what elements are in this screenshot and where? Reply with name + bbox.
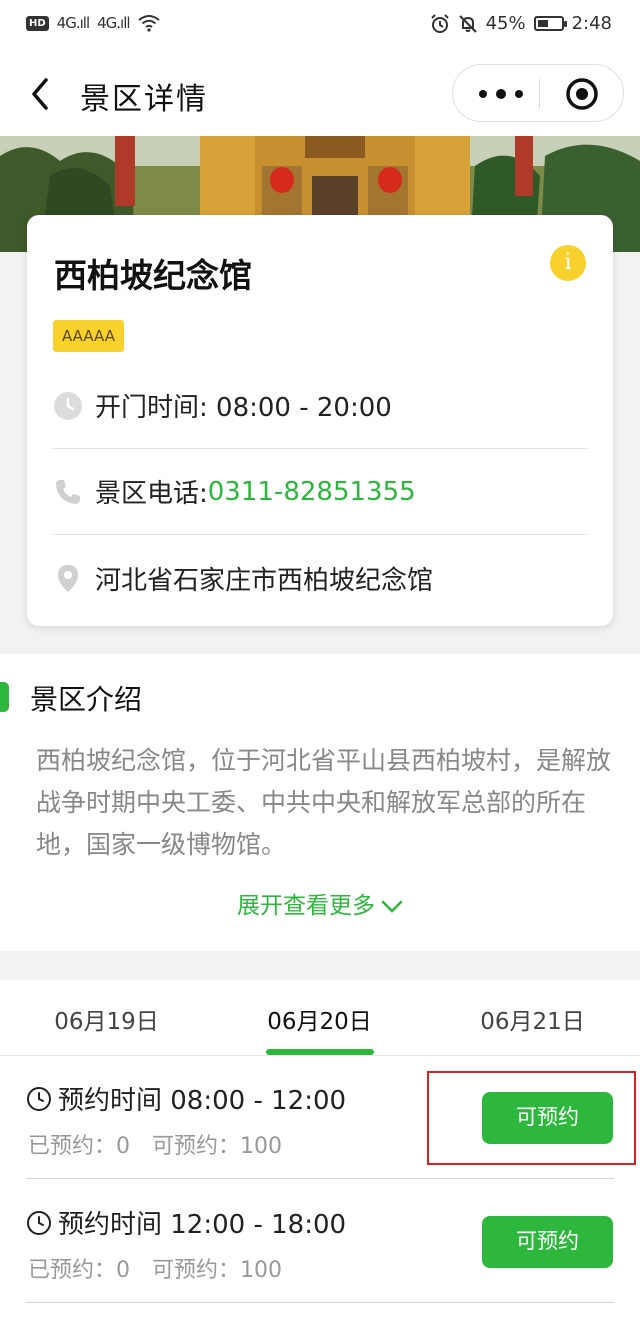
- tab-date-0620[interactable]: 06月20日: [213, 1002, 426, 1036]
- divider: [26, 1302, 614, 1303]
- booked-count: 已预约：0: [28, 1134, 130, 1159]
- time-slot-list: 预约时间 08:00 - 12:00 已预约：0 可预约：100 可预约 预约时间…: [0, 1056, 640, 1330]
- address: 河北省石家庄市西柏坡纪念馆: [95, 565, 434, 596]
- signal-icon: 4G.ıll: [56, 14, 90, 32]
- time-slot: 预约时间 08:00 - 12:00 已预约：0 可预约：100 可预约: [0, 1056, 640, 1180]
- slot-counts: 已预约：0 可预约：100: [28, 1252, 304, 1284]
- phone-number-link[interactable]: 0311-82851355: [208, 477, 416, 507]
- available-count: 可预约：100: [152, 1134, 282, 1159]
- alarm-icon: [430, 13, 449, 33]
- opening-hours: 开门时间: 08:00 - 20:00: [95, 393, 392, 423]
- tab-date-0619[interactable]: 06月19日: [0, 1002, 213, 1036]
- spot-name: 西柏坡纪念馆: [54, 256, 252, 295]
- more-dots-icon[interactable]: [471, 79, 531, 109]
- nav-bar: 景区详情: [0, 50, 640, 136]
- target-icon[interactable]: [565, 77, 599, 111]
- clock-outline-icon: [27, 1086, 51, 1111]
- mute-bell-icon: [458, 14, 477, 33]
- location-pin-icon: [58, 565, 78, 592]
- available-count: 可预约：100: [152, 1258, 282, 1283]
- slot-time-label: 预约时间 12:00 - 18:00: [58, 1210, 347, 1240]
- reserve-button[interactable]: 可预约: [482, 1216, 613, 1268]
- clock-outline-icon: [27, 1210, 51, 1235]
- hd-indicator: HD: [26, 15, 49, 31]
- signal-icon: 4G.ıll: [97, 14, 130, 32]
- intro-section: 景区介绍 西柏坡纪念馆，位于河北省平山县西柏坡村，是解放战争时期中央工委、中共中…: [0, 654, 640, 951]
- phone-row: 景区电话: 0311-82851355: [53, 449, 587, 535]
- clock-icon: [54, 391, 82, 420]
- wifi-icon: [137, 15, 160, 32]
- time-slot: 预约时间 12:00 - 18:00 已预约：0 可预约：100 可预约: [0, 1180, 640, 1304]
- rating-badge: AAAAA: [53, 320, 124, 352]
- intro-text: 西柏坡纪念馆，位于河北省平山县西柏坡村，是解放战争时期中央工委、中共中央和解放军…: [36, 746, 612, 859]
- divider: [26, 1178, 614, 1179]
- chevron-left-icon[interactable]: [24, 74, 60, 114]
- section-accent-bar: [0, 682, 9, 712]
- expand-more-label: 展开查看更多: [237, 893, 375, 919]
- info-icon[interactable]: i: [550, 245, 586, 281]
- spot-info-card: 西柏坡纪念馆 i AAAAA 开门时间: 08:00 - 20:00 景区电话:…: [27, 215, 613, 626]
- chevron-down-icon: [381, 900, 403, 913]
- page-title: 景区详情: [80, 82, 208, 117]
- intro-title: 景区介绍: [30, 683, 143, 716]
- tab-date-0621[interactable]: 06月21日: [426, 1002, 639, 1036]
- address-row: 河北省石家庄市西柏坡纪念馆: [53, 535, 587, 621]
- mini-program-capsule: [452, 64, 624, 122]
- battery-percent: 45%: [485, 13, 526, 34]
- phone-icon: [56, 479, 80, 504]
- phone-label: 景区电话:: [95, 479, 208, 509]
- clock: 2:48: [571, 13, 612, 34]
- date-tabs: 06月19日 06月20日 06月21日: [0, 980, 640, 1056]
- active-tab-indicator: [266, 1049, 374, 1055]
- booked-count: 已预约：0: [28, 1258, 130, 1283]
- slot-counts: 已预约：0 可预约：100: [28, 1128, 304, 1160]
- reserve-button[interactable]: 可预约: [482, 1092, 613, 1144]
- slot-time-label: 预约时间 08:00 - 12:00: [58, 1086, 347, 1116]
- opening-hours-row: 开门时间: 08:00 - 20:00: [53, 363, 587, 449]
- expand-more-button[interactable]: 展开查看更多: [0, 886, 640, 920]
- status-bar: HD 4G.ıll 4G.ıll 45% 2:48: [0, 0, 640, 50]
- capsule-divider: [539, 79, 540, 109]
- battery-icon: [533, 16, 567, 31]
